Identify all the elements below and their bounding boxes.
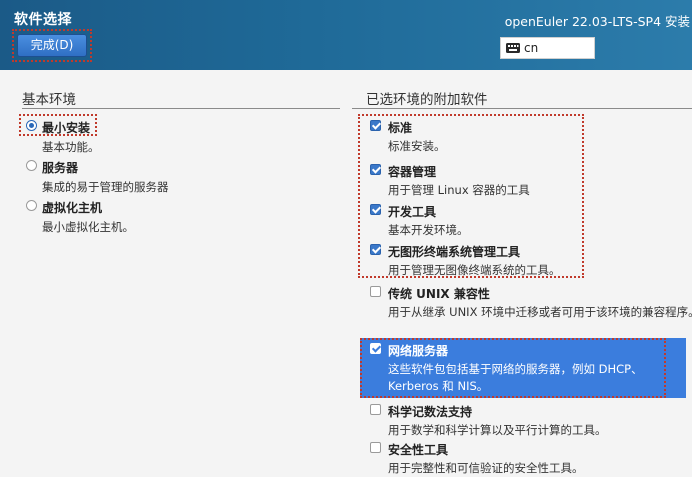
env-desc: 基本功能。 xyxy=(42,140,100,154)
env-desc: 最小虚拟化主机。 xyxy=(42,220,134,234)
addon-desc: 用于完整性和可信验证的安全性工具。 xyxy=(388,461,584,475)
addon-name: 安全性工具 xyxy=(388,443,449,457)
done-button[interactable]: 完成(D) xyxy=(17,34,87,57)
product-title: openEuler 22.03-LTS-SP4 安装 xyxy=(504,14,690,29)
keyboard-layout-label: cn xyxy=(524,41,539,55)
addon-desc: 用于数学和科学计算以及平行计算的工具。 xyxy=(388,423,607,437)
keyboard-layout-indicator[interactable]: cn xyxy=(500,37,595,59)
checkbox-unchecked[interactable] xyxy=(370,286,381,297)
base-env-divider xyxy=(22,108,340,109)
checked-addons-highlight xyxy=(358,114,584,278)
network-servers-highlight xyxy=(360,338,666,398)
env-desc: 集成的易于管理的服务器 xyxy=(42,180,169,194)
radio-unselected[interactable] xyxy=(26,200,37,211)
addon-desc: 用于从继承 UNIX 环境中迁移或者可用于该环境的兼容程序。 xyxy=(388,305,692,319)
addons-title: 已选环境的附加软件 xyxy=(366,92,488,108)
header-bar: 软件选择 完成(D) openEuler 22.03-LTS-SP4 安装 cn xyxy=(0,0,692,70)
checkbox-unchecked[interactable] xyxy=(370,404,381,415)
env-name: 虚拟化主机 xyxy=(42,201,103,215)
keyboard-icon xyxy=(506,43,520,53)
addon-name: 传统 UNIX 兼容性 xyxy=(388,287,490,301)
done-button-highlight: 完成(D) xyxy=(12,29,92,62)
addon-name: 科学记数法支持 xyxy=(388,405,473,419)
addons-divider xyxy=(352,108,692,109)
page-title: 软件选择 xyxy=(14,12,72,28)
env-name: 服务器 xyxy=(42,161,79,175)
checkbox-unchecked[interactable] xyxy=(370,442,381,453)
radio-unselected[interactable] xyxy=(26,160,37,171)
base-env-title: 基本环境 xyxy=(22,92,76,108)
selected-env-highlight xyxy=(19,114,97,136)
